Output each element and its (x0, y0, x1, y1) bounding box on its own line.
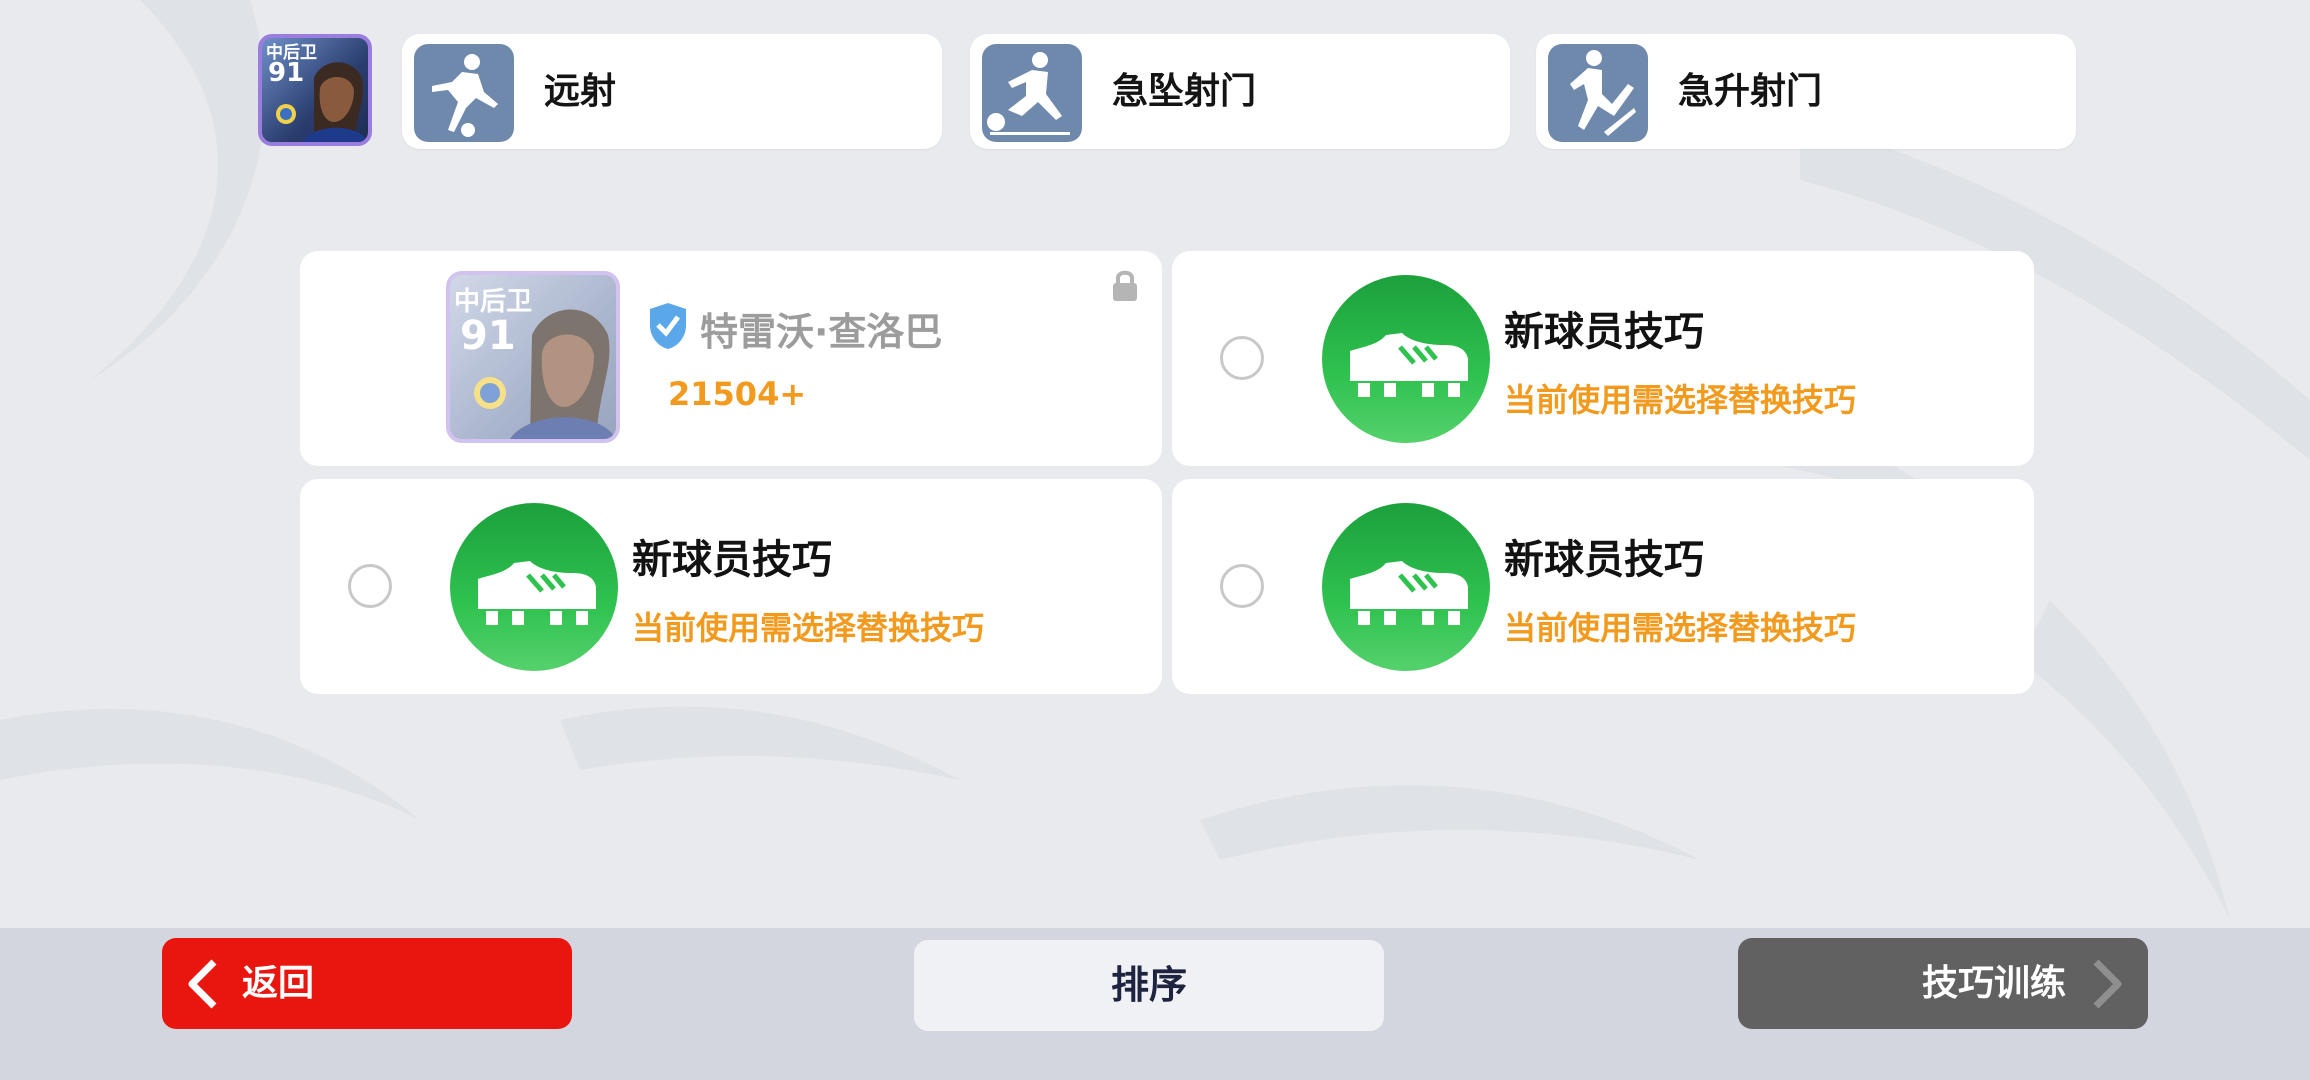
chevron-right-icon (2093, 959, 2122, 1009)
player-score: 21504+ (668, 375, 807, 413)
skill-card-radio[interactable] (1220, 336, 1264, 380)
skill-card-radio[interactable] (348, 564, 392, 608)
skill-card[interactable]: 新球员技巧 当前使用需选择替换技巧 (1172, 251, 2034, 466)
skill-card-title: 新球员技巧 (1504, 537, 1704, 583)
sort-button[interactable]: 排序 (914, 940, 1384, 1031)
skill-training-button[interactable]: 技巧训练 (1738, 938, 2148, 1029)
skill-card-subtitle: 当前使用需选择替换技巧 (1504, 381, 1857, 419)
skill-slot-rising-shot[interactable]: 急升射门 (1536, 34, 2076, 149)
skill-card-radio[interactable] (1220, 564, 1264, 608)
skill-slot-long-shot[interactable]: 远射 (402, 34, 942, 149)
skill-card-subtitle: 当前使用需选择替换技巧 (1504, 609, 1857, 647)
chevron-left-icon (188, 959, 217, 1009)
player-name: 特雷沃·查洛巴 (700, 310, 943, 354)
skill-slot-dipping-shot[interactable]: 急坠射门 (970, 34, 1510, 149)
skill-card-subtitle: 当前使用需选择替换技巧 (632, 609, 985, 647)
rising-shot-icon (1548, 44, 1648, 142)
player-rating: 91 (460, 313, 516, 359)
player-photo: 中后卫 91 (446, 271, 620, 443)
avatar-rating: 91 (268, 58, 305, 88)
player-card[interactable]: 中后卫 91 特雷沃·查洛巴 21504+ (300, 251, 1162, 466)
back-button[interactable]: 返回 (162, 938, 572, 1029)
football-boot-icon (450, 503, 618, 671)
back-button-label: 返回 (242, 963, 315, 1004)
skill-slot-label: 急升射门 (1678, 71, 1823, 112)
skill-training-label: 技巧训练 (1921, 963, 2066, 1004)
current-player-avatar: 中后卫 91 (258, 34, 372, 146)
skill-card[interactable]: 新球员技巧 当前使用需选择替换技巧 (1172, 479, 2034, 694)
football-boot-icon (1322, 275, 1490, 443)
skill-card-title: 新球员技巧 (1504, 309, 1704, 355)
dipping-shot-icon (982, 44, 1082, 142)
verified-shield-icon (650, 303, 686, 349)
lock-icon (1113, 270, 1137, 301)
football-boot-icon (1322, 503, 1490, 671)
skill-card[interactable]: 新球员技巧 当前使用需选择替换技巧 (300, 479, 1162, 694)
long-shot-icon (414, 44, 514, 142)
skill-slot-label: 急坠射门 (1112, 71, 1257, 112)
skill-card-title: 新球员技巧 (632, 537, 832, 583)
skill-slot-label: 远射 (544, 71, 617, 112)
